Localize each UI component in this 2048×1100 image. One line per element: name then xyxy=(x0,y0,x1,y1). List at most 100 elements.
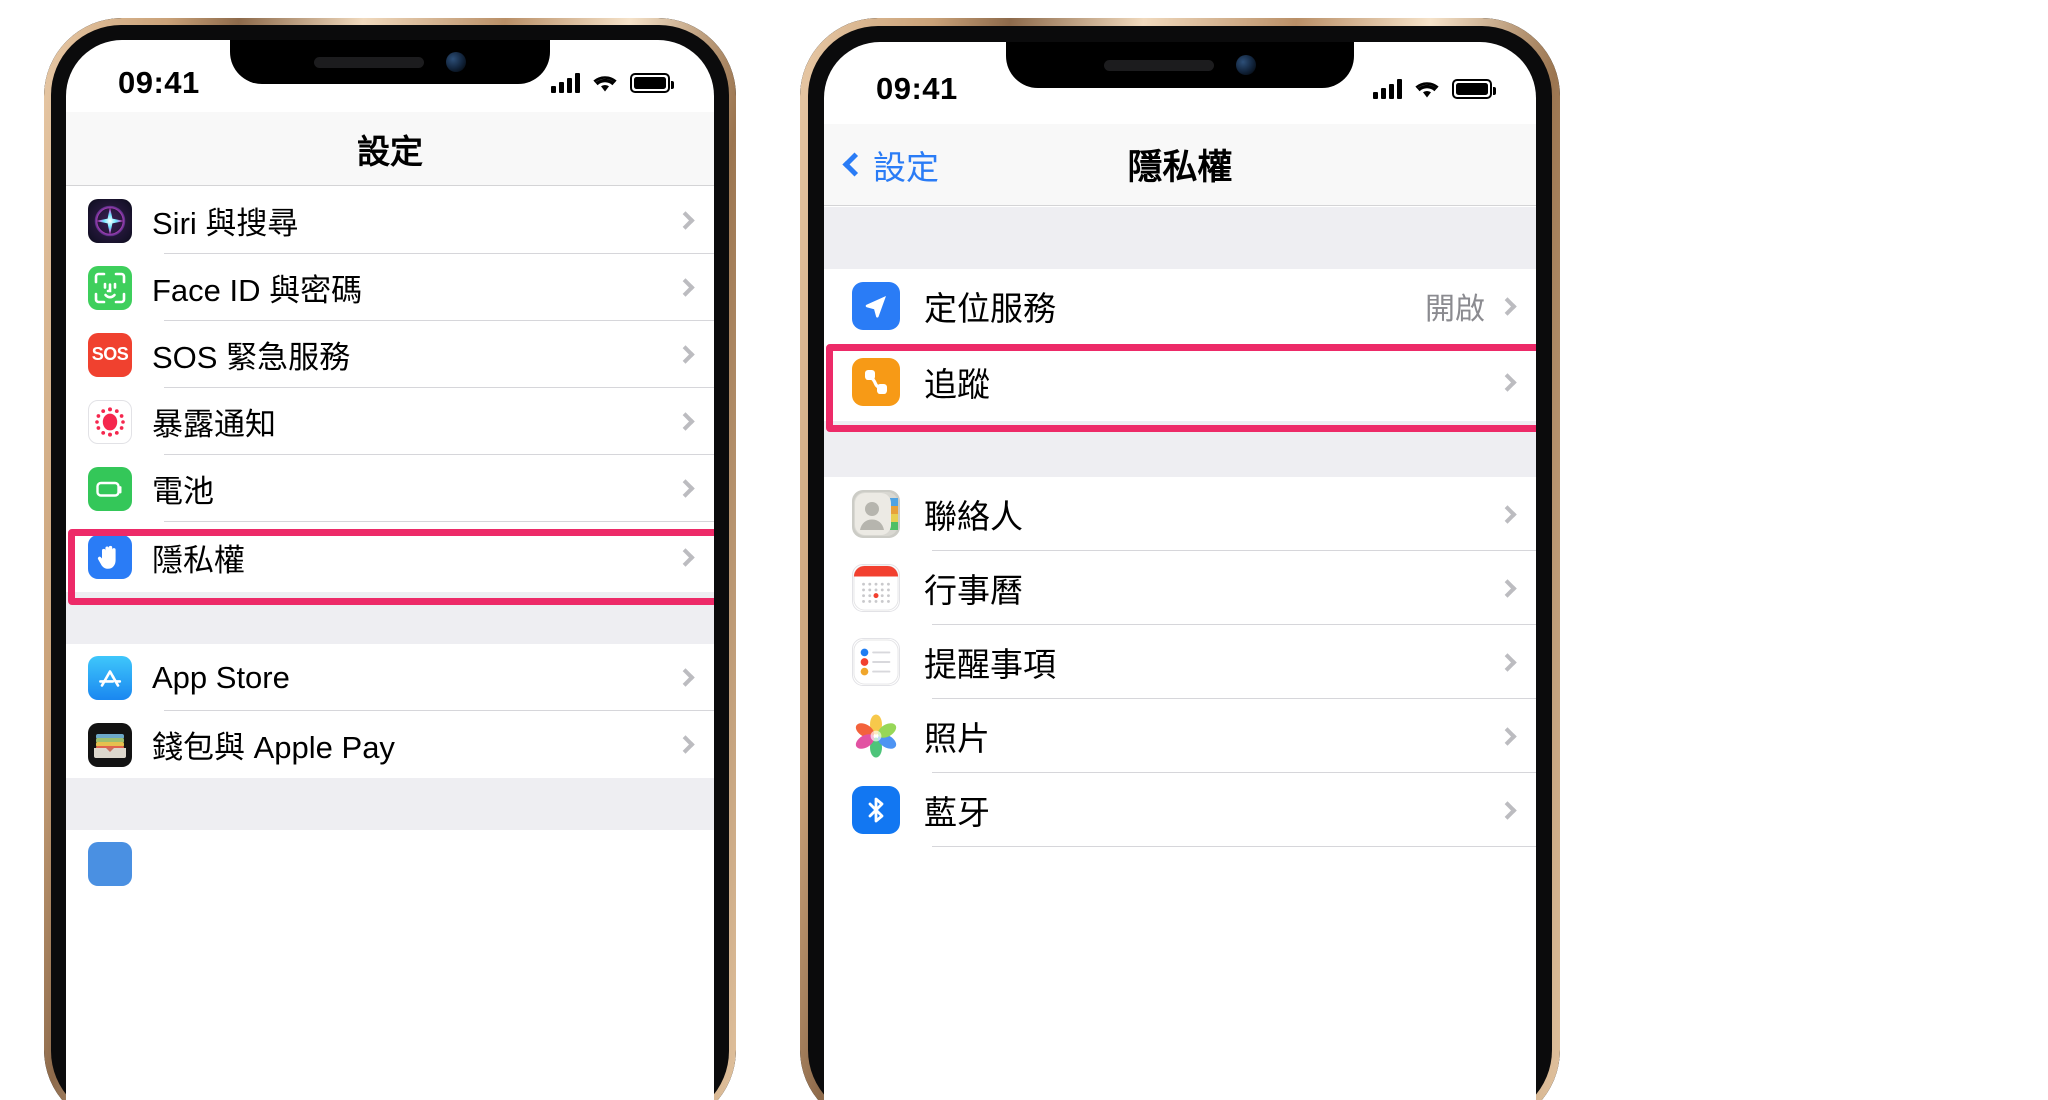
chevron-right-icon xyxy=(1498,726,1517,746)
settings-row-privacy[interactable]: 隱私權 xyxy=(66,522,714,592)
bluetooth-icon xyxy=(852,786,900,834)
status-indicators xyxy=(551,73,674,94)
back-button[interactable]: 設定 xyxy=(842,141,939,189)
row-accessory xyxy=(676,668,714,687)
settings-row-label: App Store xyxy=(152,659,290,695)
settings-row-sos[interactable]: SOS SOS 緊急服務 xyxy=(66,321,714,388)
chevron-right-icon xyxy=(1498,504,1517,524)
exposure-notification-icon xyxy=(88,399,132,444)
settings-row-wallet-apple-pay[interactable]: 錢包與 Apple Pay xyxy=(66,711,714,778)
partial-row-icon xyxy=(88,841,132,886)
list-group-gap-bottom xyxy=(66,778,714,830)
list-group-gap-middle xyxy=(824,421,1536,477)
settings-row-battery[interactable]: 電池 xyxy=(66,455,714,522)
privacy-row-location-services[interactable]: 定位服務 開啟 xyxy=(824,269,1536,343)
row-separator xyxy=(932,846,1536,847)
chevron-right-icon xyxy=(676,547,695,567)
wallet-icon xyxy=(88,722,132,767)
settings-row-app-store[interactable]: App Store xyxy=(66,644,714,711)
privacy-row-label: 聯絡人 xyxy=(924,498,1023,535)
settings-row-exposure-notifications[interactable]: 暴露通知 xyxy=(66,388,714,455)
settings-row-label: SOS 緊急服務 xyxy=(152,340,351,375)
tracking-icon xyxy=(852,358,900,406)
row-accessory xyxy=(1498,372,1536,392)
chevron-right-icon xyxy=(1498,652,1517,672)
wifi-icon xyxy=(593,75,617,91)
privacy-row-calendar[interactable]: 行事曆 xyxy=(824,551,1536,625)
sos-icon: SOS xyxy=(88,332,132,377)
chevron-right-icon xyxy=(676,278,695,297)
row-accessory xyxy=(1498,726,1536,746)
status-bar: 09:41 xyxy=(66,40,714,112)
chevron-right-icon xyxy=(676,345,695,364)
screenshot-canvas: 09:41 設定 Siri 與搜尋 Face ID 與密碼 SOS SOS 緊急… xyxy=(0,0,2048,1100)
row-accessory xyxy=(676,211,714,230)
list-group-gap-top xyxy=(824,207,1536,269)
row-accessory xyxy=(1498,800,1536,820)
settings-row-label: 隱私權 xyxy=(152,542,245,578)
status-indicators xyxy=(1373,79,1496,100)
settings-row-partial[interactable] xyxy=(66,830,714,897)
privacy-row-label: 定位服務 xyxy=(924,290,1056,327)
privacy-row-bluetooth[interactable]: 藍牙 xyxy=(824,773,1536,847)
privacy-row-label: 行事曆 xyxy=(924,572,1023,609)
privacy-row-label: 藍牙 xyxy=(924,794,990,831)
settings-row-faceid[interactable]: Face ID 與密碼 xyxy=(66,254,714,321)
back-button-label: 設定 xyxy=(873,148,939,186)
chevron-right-icon xyxy=(676,412,695,431)
settings-row-siri[interactable]: Siri 與搜尋 xyxy=(66,187,714,254)
status-clock: 09:41 xyxy=(118,65,200,100)
row-accessory: 開啟 xyxy=(1425,284,1536,328)
chevron-right-icon xyxy=(676,479,695,498)
wifi-icon xyxy=(1415,81,1439,97)
row-value-status: 開啟 xyxy=(1425,293,1485,326)
page-title: 隱私權 xyxy=(1127,148,1233,187)
left-screen: 09:41 設定 Siri 與搜尋 Face ID 與密碼 SOS SOS 緊急… xyxy=(66,40,714,1100)
cellular-bars-icon xyxy=(551,73,580,93)
privacy-row-label: 追蹤 xyxy=(924,366,990,403)
privacy-row-photos[interactable]: 照片 xyxy=(824,699,1536,773)
privacy-row-reminders[interactable]: 提醒事項 xyxy=(824,625,1536,699)
settings-row-label: Face ID 與密碼 xyxy=(152,273,363,308)
privacy-row-label: 照片 xyxy=(924,720,990,757)
settings-list[interactable]: Siri 與搜尋 Face ID 與密碼 SOS SOS 緊急服務 暴露通知 電… xyxy=(66,187,714,1100)
list-group-gap xyxy=(66,592,714,644)
settings-row-label: 錢包與 Apple Pay xyxy=(152,730,395,765)
row-accessory xyxy=(676,547,714,567)
nav-bar: 設定 xyxy=(66,112,714,186)
chevron-right-icon xyxy=(1498,296,1517,316)
row-accessory xyxy=(676,735,714,754)
iphone-mockup-privacy: 09:41 設定 隱私權 定位服務 開啟 追蹤 聯絡人 行事曆 提醒事項 照片 … xyxy=(800,18,1560,1100)
privacy-row-tracking[interactable]: 追蹤 xyxy=(824,343,1536,421)
status-clock: 09:41 xyxy=(876,71,958,106)
app-store-icon xyxy=(88,655,132,700)
nav-bar: 設定 隱私權 xyxy=(824,124,1536,206)
battery-full-icon xyxy=(1452,79,1496,99)
privacy-hand-icon xyxy=(88,535,132,579)
row-accessory xyxy=(676,278,714,297)
battery-icon xyxy=(88,466,132,511)
chevron-right-icon xyxy=(1498,372,1517,392)
calendar-icon xyxy=(852,564,900,612)
chevron-right-icon xyxy=(1498,578,1517,598)
status-bar: 09:41 xyxy=(824,42,1536,122)
row-accessory xyxy=(676,412,714,431)
iphone-mockup-settings: 09:41 設定 Siri 與搜尋 Face ID 與密碼 SOS SOS 緊急… xyxy=(44,18,736,1100)
privacy-list[interactable]: 定位服務 開啟 追蹤 聯絡人 行事曆 提醒事項 照片 藍牙 xyxy=(824,207,1536,1100)
cellular-bars-icon xyxy=(1373,79,1402,99)
chevron-right-icon xyxy=(676,668,695,687)
privacy-row-contacts[interactable]: 聯絡人 xyxy=(824,477,1536,551)
photos-icon xyxy=(852,712,900,760)
reminders-icon xyxy=(852,638,900,686)
row-accessory xyxy=(676,479,714,498)
row-accessory xyxy=(676,345,714,364)
right-screen: 09:41 設定 隱私權 定位服務 開啟 追蹤 聯絡人 行事曆 提醒事項 照片 … xyxy=(824,42,1536,1100)
faceid-icon xyxy=(88,265,132,310)
privacy-row-label: 提醒事項 xyxy=(924,646,1056,683)
settings-row-label: 暴露通知 xyxy=(152,407,276,442)
contacts-icon xyxy=(852,490,900,538)
page-title: 設定 xyxy=(357,132,423,170)
chevron-left-icon xyxy=(842,152,867,177)
chevron-right-icon xyxy=(1498,800,1517,820)
location-services-icon xyxy=(852,282,900,330)
